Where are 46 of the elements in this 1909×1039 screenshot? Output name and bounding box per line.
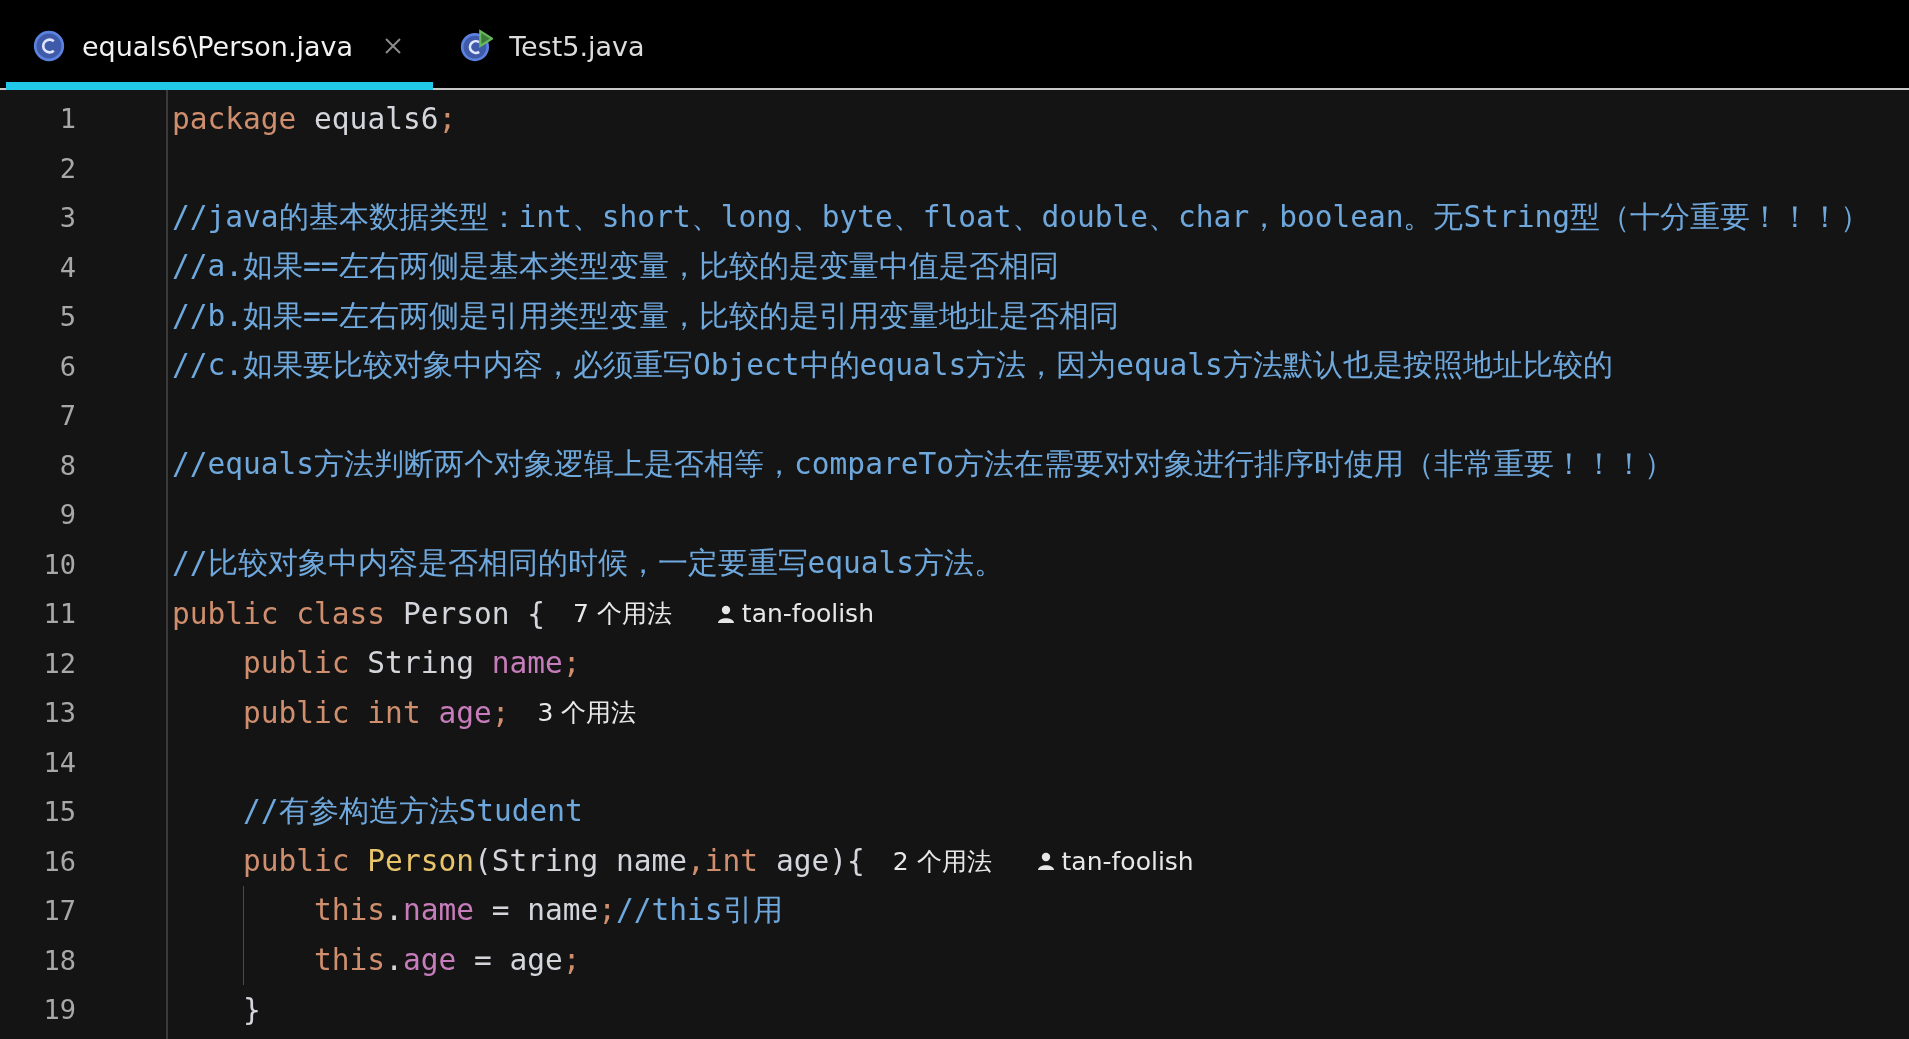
line-number: 18 [42, 944, 76, 976]
usages-hint[interactable]: 3 个用法 [537, 696, 637, 730]
code-line: //b.如果==左右两侧是引用类型变量，比较的是引用变量地址是否相同 [172, 297, 1119, 335]
person-icon [1035, 851, 1056, 872]
code-line: //a.如果==左右两侧是基本类型变量，比较的是变量中值是否相同 [172, 248, 1059, 286]
author-hint[interactable]: tan-foolish [1035, 846, 1194, 876]
class-file-icon [32, 29, 66, 63]
code-line: //java的基本数据类型：int、short、long、byte、float、double、char，boolean。无String型（十分重要！！！） [172, 198, 1871, 236]
line-number: 11 [42, 598, 76, 630]
line-number: 3 [58, 202, 76, 234]
line-number: 6 [58, 350, 76, 382]
line-number: 14 [42, 746, 76, 778]
code-line: this.age = age; [314, 943, 581, 978]
code-line: //比较对象中内容是否相同的时候，一定要重写equals方法。 [172, 545, 1005, 583]
line-number: 5 [58, 301, 76, 333]
line-number: 1 [58, 103, 76, 135]
author-hint[interactable]: tan-foolish [715, 599, 874, 629]
code-line: package equals6; [172, 101, 457, 136]
line-number: 16 [42, 845, 76, 877]
line-number: 13 [42, 697, 76, 729]
close-icon[interactable] [383, 36, 404, 56]
line-number: 9 [58, 499, 76, 531]
code-line: this.name = name;//this引用 [314, 891, 783, 929]
code-line: } [243, 992, 261, 1027]
code-line: //有参构造方法Student [243, 792, 583, 830]
code-line: public int age; [243, 695, 510, 730]
line-number: 2 [58, 152, 76, 184]
line-number: 12 [42, 647, 76, 679]
code-line: public Person(String name,int age){ [243, 844, 865, 879]
line-number: 19 [42, 994, 76, 1026]
line-number: 7 [58, 400, 76, 432]
code-line: public class Person { [172, 596, 545, 631]
runnable-class-icon [459, 29, 494, 63]
code-line: //c.如果要比较对象中内容，必须重写Object中的equals方法，因为equals方法默认也是按照地址比较的 [172, 347, 1613, 385]
line-number: 10 [42, 548, 76, 580]
editor-tab[interactable]: equals6\Person.java [6, 0, 434, 90]
code-line: //equals方法判断两个对象逻辑上是否相等，compareTo方法在需要对对象进行排序时使用（非常重要！！！） [172, 446, 1674, 484]
line-number: 15 [42, 796, 76, 828]
code-line: public String name; [243, 646, 581, 681]
usages-hint[interactable]: 7 个用法 [573, 597, 672, 631]
editor-tab[interactable]: Test5.java [433, 0, 675, 90]
line-number: 17 [42, 895, 76, 927]
person-icon [715, 603, 736, 624]
line-number: 8 [58, 449, 76, 481]
usages-hint[interactable]: 2 个用法 [892, 844, 992, 878]
line-number: 4 [58, 251, 76, 283]
